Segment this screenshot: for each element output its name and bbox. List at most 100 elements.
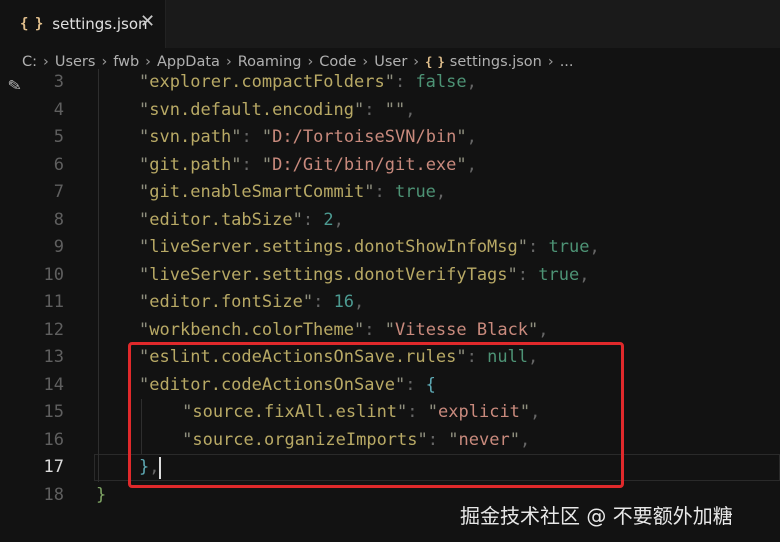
code-token: : [241,154,262,175]
line-number: 18 [43,484,64,505]
code-token: explicit [438,402,520,422]
code-token: " [302,292,314,312]
code-token: " [507,264,518,285]
code-token: , [354,292,365,312]
code-token: 16 [333,292,355,312]
indent-guide [98,69,99,97]
indent-guide [98,454,99,482]
code-token: , [538,319,549,340]
code-token: " [231,127,242,147]
code-token: " [354,319,365,340]
code-line: "eslint.codeActionsOnSave.rules": null, [139,344,538,372]
code-token: false [415,72,467,92]
indent-guide [98,234,99,262]
code-token: " [384,319,395,340]
code-token: : [302,209,324,230]
code-token: : [517,264,539,285]
code-token: : [394,72,416,92]
indent-guide [98,124,99,152]
code-editor[interactable]: ✎ 3 "explorer.compactFolders": false, 4 "sv… [0,68,780,542]
code-token: " [384,72,395,92]
code-line: "explorer.compactFolders": false, [139,69,477,97]
code-line: "svn.path": "D:/TortoiseSVN/bin", [139,124,477,152]
code-token: : [466,347,488,367]
code-token: Vitesse Black [394,319,529,340]
code-token: , [466,154,477,175]
code-token: " [456,154,467,175]
close-icon[interactable]: ✕ [140,11,155,32]
code-line: "svn.default.encoding": "", [139,97,415,125]
line-number: 5 [53,127,64,147]
code-token: editor.codeActionsOnSave [149,374,395,395]
code-token: : [528,237,549,257]
code-token: true [394,182,436,202]
indent-guide [141,426,143,454]
code-line: "git.path": "D:/Git/bin/git.exe", [139,152,477,180]
code-token: git.path [149,154,232,175]
code-token: " [519,402,531,422]
code-line: "liveServer.settings.donotShowInfoMsg": … [139,234,600,262]
code-token: " [292,209,303,230]
code-line: "editor.fontSize": 16, [139,289,364,317]
indent-guide [98,289,99,317]
code-token: , [435,182,447,202]
indent-guide [98,316,99,344]
indent-guide [98,399,99,427]
code-token: , [579,264,590,285]
code-token: " [182,402,193,422]
indent-guide [98,344,99,372]
code-token: " [448,429,459,450]
code-line: "source.fixAll.eslint": "explicit", [182,399,540,427]
code-token: : [427,429,449,450]
code-token: " [139,127,150,147]
line-number: 6 [53,154,64,175]
code-token: " [427,402,439,422]
code-token: , [405,99,416,120]
code-token: " [517,237,529,257]
code-token: " [364,182,375,202]
code-token: " [394,374,406,395]
code-token: editor.fontSize [149,292,303,312]
code-line: } [96,482,106,510]
line-number: 13 [43,347,64,367]
code-token: editor.tabSize [149,209,293,230]
line-number: 4 [53,99,64,120]
code-token: " [139,347,150,367]
line-number: 15 [43,402,64,422]
watermark: 掘金技术社区 @ 不要额外加糖 [460,504,733,528]
code-token: " [261,154,273,175]
code-token: : [407,402,428,422]
code-token: , [528,347,539,367]
code-token: source.fixAll.eslint [192,402,398,422]
code-token: " [182,429,193,450]
code-line: "editor.codeActionsOnSave": { [139,372,436,400]
line-number: 12 [43,319,64,340]
code-token: " [528,319,539,340]
code-token: , [333,209,344,230]
code-token: explorer.compactFolders [149,72,385,92]
code-token: : [313,292,334,312]
code-token: " [139,237,150,257]
code-token: " [139,182,150,202]
code-token: " [231,154,242,175]
code-token: } [96,484,107,505]
code-token: " [139,209,150,230]
code-token: " [139,99,150,120]
code-token: " [417,429,428,450]
code-token: " [139,374,150,395]
tab-settings-json[interactable]: { } settings.json ✕ [0,0,166,48]
code-token: , [530,402,541,422]
indent-guide [98,426,99,454]
indent-guide [98,96,99,124]
code-line: "source.organizeImports": "never", [182,427,530,455]
indent-guide [98,179,99,207]
line-number: 14 [43,374,64,395]
json-curly-icon: { } [20,16,43,32]
code-token: , [519,429,531,450]
code-token: , [589,237,600,257]
code-token: source.organizeImports [192,429,418,450]
indent-guide [98,206,99,234]
code-token: , [466,72,477,92]
code-token: " [456,127,467,147]
code-token: liveServer.settings.donotVerifyTags [149,264,508,285]
